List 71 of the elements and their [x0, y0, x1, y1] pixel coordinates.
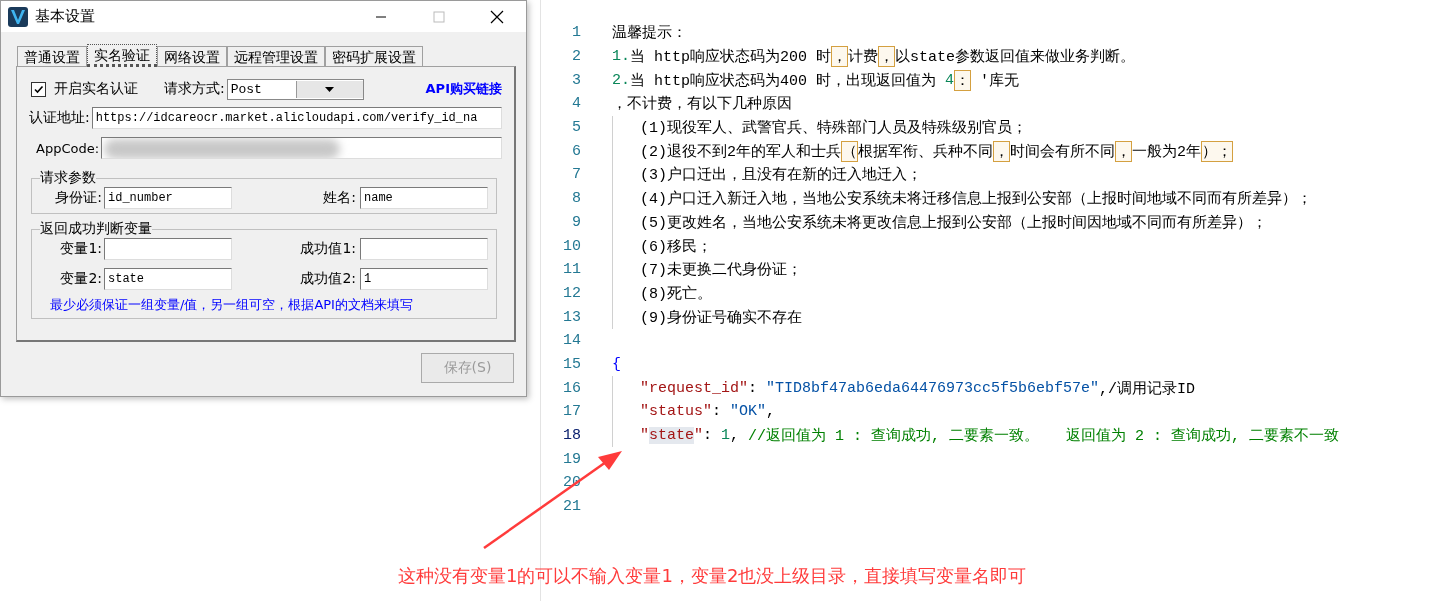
text-field[interactable]: [104, 238, 232, 260]
code-line: (7)未更换二代身份证；: [612, 257, 802, 282]
line-number: 17: [562, 403, 581, 421]
field-label: 身份证:: [54, 189, 102, 207]
line-number: 8: [571, 190, 581, 208]
field-label: 请求方式:: [164, 80, 225, 98]
text-field[interactable]: id_number: [104, 187, 232, 209]
code-line: "status": "OK",: [612, 400, 776, 424]
tab[interactable]: 密码扩展设置: [325, 46, 423, 66]
line-number: 2: [571, 48, 581, 66]
line-number: 5: [571, 119, 581, 137]
field-label: 成功值2:: [299, 270, 357, 288]
dropdown-caret-icon: [296, 80, 363, 98]
code-line: (8)死亡。: [612, 281, 712, 306]
tab[interactable]: 网络设置: [157, 46, 227, 66]
line-number: 6: [571, 142, 581, 160]
line-number: 1: [571, 24, 581, 42]
method-dropdown[interactable]: Post: [226, 78, 364, 100]
line-number: 10: [562, 237, 581, 255]
code-line: 1.当 http响应状态码为200 时，计费，以state参数返回值来做业务判断。: [612, 45, 1136, 69]
text-field[interactable]: [101, 137, 502, 159]
code-line: {: [612, 354, 621, 375]
code-line: 温馨提示：: [612, 23, 687, 45]
line-number: 15: [562, 355, 581, 373]
tab[interactable]: 普通设置: [17, 46, 87, 66]
field-label: 认证地址:: [29, 109, 90, 127]
text-field[interactable]: state: [104, 268, 232, 290]
line-number: 19: [562, 450, 581, 468]
checkbox[interactable]: [31, 81, 46, 97]
field-label: 变量1:: [59, 240, 102, 258]
code-line: "state": 1, //返回值为 1 : 查询成功, 二要素一致。 返回值为 2 : 查询成功, 二要素不一致: [612, 423, 1340, 448]
code-line: (1)现役军人、武警官兵、特殊部门人员及特殊级别官员；: [612, 115, 1027, 140]
hint-text: 最少必须保证一组变量/值，另一组可空，根据API的文档来填写: [50, 296, 414, 314]
text-field[interactable]: 1: [360, 268, 488, 290]
code-line: 2.当 http响应状态码为400 时，出现返回值为 4： '库无: [612, 68, 1020, 93]
line-number: 16: [562, 379, 581, 397]
code-line: (6)移民；: [612, 234, 712, 258]
line-number: 3: [571, 71, 581, 89]
text-field[interactable]: https://idcareocr.market.alicloudapi.com/verify_id_na: [91, 107, 502, 129]
code-line: (3)户口迁出，且没有在新的迁入地迁入；: [612, 163, 922, 187]
code-line: (5)更改姓名，当地公安系统未将更改信息上报到公安部（上报时间因地域不同而有所差异）；: [612, 210, 1267, 235]
annotation-text: 这种没有变量1的可以不输入变量1，变量2也没上级目录，直接填写变量名即可: [398, 564, 1027, 588]
text-field[interactable]: name: [360, 187, 488, 209]
line-number: 18: [562, 427, 581, 445]
code-line: (9)身份证号确实不存在: [612, 305, 802, 329]
code-line: ，不计费，有以下几种原因: [612, 94, 792, 116]
tab[interactable]: 实名验证: [87, 44, 157, 67]
app-logo-icon: [8, 6, 28, 27]
line-number: 13: [562, 308, 581, 326]
field-label: 变量2:: [59, 270, 102, 288]
window-title: 基本设置: [35, 7, 96, 26]
buy-link[interactable]: API购买链接: [425, 80, 502, 98]
code-line: (4)户口迁入新迁入地，当地公安系统未将迁移信息上报到公安部（上报时间地域不同而有所差异）；: [612, 186, 1312, 211]
field-label: AppCode:: [36, 140, 100, 156]
checkbox-label: 开启实名认证: [54, 80, 138, 98]
tab[interactable]: 远程管理设置: [227, 46, 325, 66]
group-title: 返回成功判断变量: [40, 220, 152, 238]
line-number: 21: [562, 498, 581, 516]
line-number: 4: [571, 95, 581, 113]
checkmark-icon: [33, 83, 44, 95]
code-line: (2)退役不到2年的军人和士兵（根据军衔、兵种不同，时间会有所不同，一般为2年）；: [612, 139, 1234, 164]
field-label: 成功值1:: [299, 240, 357, 258]
line-number: 9: [571, 213, 581, 231]
code-line: "request_id": "TID8bf47ab6eda64476973cc5f5b6ebf57e",/调用记录ID: [612, 376, 1196, 400]
text-field[interactable]: [360, 238, 488, 260]
field-label: 姓名:: [322, 189, 357, 207]
group-title: 请求参数: [40, 169, 96, 187]
line-number: 11: [562, 261, 581, 279]
line-number: 7: [571, 166, 581, 184]
line-number: 14: [562, 332, 581, 350]
line-number: 12: [562, 284, 581, 302]
